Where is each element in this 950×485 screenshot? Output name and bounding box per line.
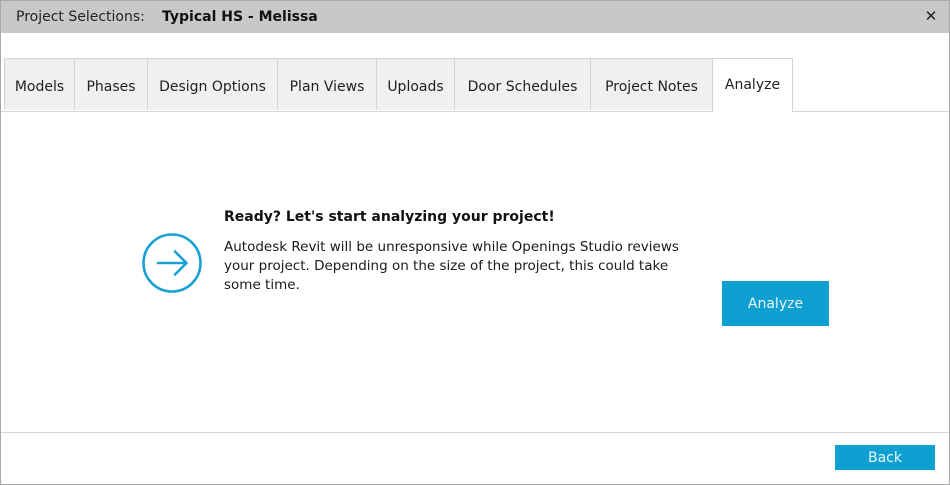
tab-plan-views[interactable]: Plan Views xyxy=(277,58,377,110)
tab-analyze[interactable]: Analyze xyxy=(712,58,793,112)
tab-strip: Models Phases Design Options Plan Views … xyxy=(1,58,949,112)
tab-label: Analyze xyxy=(724,77,781,93)
tab-label: Phases xyxy=(86,79,136,95)
analyze-heading: Ready? Let's start analyzing your projec… xyxy=(224,209,555,225)
tab-door-schedules[interactable]: Door Schedules xyxy=(454,58,591,110)
tab-models[interactable]: Models xyxy=(4,58,75,110)
tab-label: Project Notes xyxy=(605,79,698,95)
footer-divider xyxy=(1,432,949,433)
window-title-prefix: Project Selections: xyxy=(16,9,145,25)
tab-label: Uploads xyxy=(387,79,444,95)
tab-uploads[interactable]: Uploads xyxy=(376,58,455,110)
title-bar: Project Selections: Typical HS - Melissa… xyxy=(1,1,949,33)
close-icon[interactable]: ✕ xyxy=(923,8,939,24)
analyze-button[interactable]: Analyze xyxy=(722,281,829,326)
tab-phases[interactable]: Phases xyxy=(74,58,148,110)
tab-label: Models xyxy=(14,79,65,95)
tab-project-notes[interactable]: Project Notes xyxy=(590,58,713,110)
back-button[interactable]: Back xyxy=(835,445,935,470)
tab-design-options[interactable]: Design Options xyxy=(147,58,278,110)
project-selections-dialog: Project Selections: Typical HS - Melissa… xyxy=(0,0,950,485)
tab-label: Design Options xyxy=(159,79,266,95)
window-title-project-name: Typical HS - Melissa xyxy=(162,9,318,25)
analyze-description: Autodesk Revit will be unresponsive whil… xyxy=(224,239,679,293)
tab-label: Plan Views xyxy=(289,79,365,95)
arrow-right-circle-icon xyxy=(142,233,202,293)
tab-label: Door Schedules xyxy=(467,79,578,95)
